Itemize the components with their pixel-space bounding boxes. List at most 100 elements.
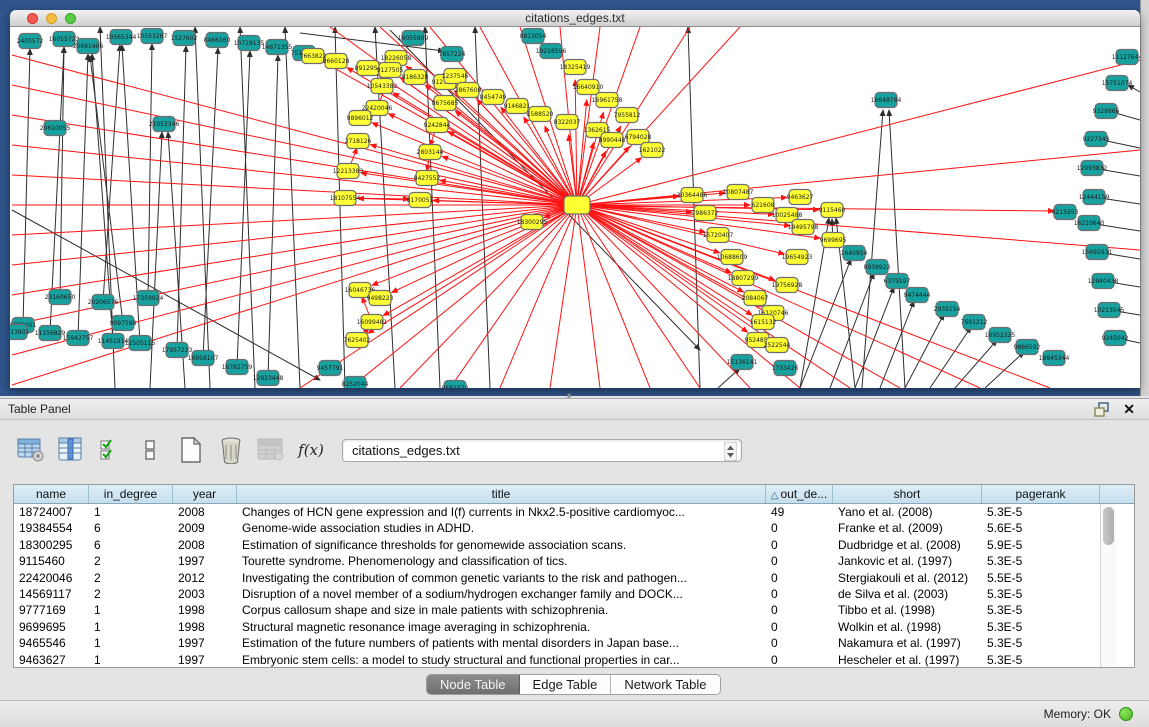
vertical-scrollbar[interactable]: [1100, 504, 1116, 667]
table-cell: Embryonic stem cells: a model to study s…: [237, 652, 766, 668]
network-canvas[interactable]: 2405572160557232069140619565344105532671…: [10, 27, 1140, 388]
graph-edge[interactable]: [148, 44, 152, 298]
tab-network-table[interactable]: Network Table: [611, 675, 719, 694]
graph-edge[interactable]: [23, 49, 30, 325]
graph-node-label: 12940438: [1088, 278, 1119, 285]
graph-edge[interactable]: [78, 54, 88, 338]
graph-edge[interactable]: [240, 27, 255, 388]
column-header-year[interactable]: year: [173, 485, 237, 503]
delete-table-button[interactable]: [214, 433, 248, 467]
tab-node-table[interactable]: Node Table: [427, 675, 520, 694]
graph-node-label: 20364486: [677, 192, 708, 199]
table-cell: 5.3E-5: [982, 553, 1100, 569]
graph-edge[interactable]: [103, 45, 120, 302]
table-row[interactable]: 2242004622012Investigating the contribut…: [14, 570, 1134, 586]
memory-ok-indicator[interactable]: [1119, 707, 1133, 721]
table-cell: 0: [766, 537, 833, 553]
graph-edge[interactable]: [195, 27, 210, 388]
deselect-all-button[interactable]: [134, 433, 168, 467]
table-row[interactable]: 969969511998Structural magnetic resonanc…: [14, 619, 1134, 635]
graph-edge[interactable]: [450, 205, 577, 388]
graph-edge[interactable]: [150, 132, 162, 388]
column-header-pagerank[interactable]: pagerank: [982, 485, 1100, 503]
table-row[interactable]: 1872400712008Changes of HCN gene express…: [14, 504, 1134, 520]
graph-edge[interactable]: [550, 205, 577, 388]
float-panel-icon[interactable]: [1094, 402, 1111, 417]
graph-edge[interactable]: [500, 205, 577, 388]
show-column-button[interactable]: [54, 433, 88, 467]
table-row[interactable]: 911546021997Tourette syndrome. Phenomeno…: [14, 553, 1134, 569]
graph-node-label: 14671355: [262, 44, 293, 51]
table-row[interactable]: 946362711997Embryonic stem cells: a mode…: [14, 652, 1134, 668]
function-builder-button[interactable]: f(x): [294, 433, 328, 467]
graph-edge[interactable]: [12, 205, 577, 355]
table-cell: Hescheler et al. (1997): [833, 652, 982, 668]
table-mode-button[interactable]: [14, 433, 48, 467]
graph-edge[interactable]: [12, 205, 577, 235]
graph-edge[interactable]: [577, 205, 600, 388]
column-header-name[interactable]: name: [14, 485, 89, 503]
graph-edge[interactable]: [577, 27, 600, 205]
close-panel-icon[interactable]: ✕: [1123, 401, 1135, 418]
table-selector-dropdown[interactable]: citations_edges.txt: [342, 439, 742, 462]
graph-node-label: 15942757: [63, 335, 94, 342]
select-all-button[interactable]: [94, 433, 128, 467]
graph-edge[interactable]: [285, 27, 300, 388]
graph-node-label: 8322037: [554, 119, 581, 126]
table-cell: 49: [766, 504, 833, 520]
graph-edge[interactable]: [889, 110, 905, 388]
graph-node-label: 9886592: [1014, 344, 1041, 351]
tab-edge-table[interactable]: Edge Table: [520, 675, 612, 694]
table-row[interactable]: 977716911998Corpus callosum shape and si…: [14, 602, 1134, 618]
graph-edge[interactable]: [12, 205, 577, 295]
graph-edge[interactable]: [383, 205, 577, 316]
new-table-button[interactable]: [174, 433, 208, 467]
graph-edge[interactable]: [830, 273, 874, 388]
graph-edge[interactable]: [203, 48, 218, 358]
graph-node-label: 16958107: [188, 355, 219, 362]
graph-node-label: 7625402: [344, 337, 371, 344]
graph-edge[interactable]: [855, 287, 894, 388]
graph-node-label: 8466160: [204, 37, 231, 44]
graph-edge[interactable]: [577, 205, 775, 280]
graph-edge[interactable]: [577, 150, 1140, 205]
table-row[interactable]: 1456911722003Disruption of a novel membe…: [14, 586, 1134, 602]
graph-edge[interactable]: [268, 55, 278, 378]
table-row[interactable]: 1830029562008Estimation of significance …: [14, 537, 1134, 553]
graph-edge[interactable]: [448, 131, 577, 205]
graph-edge[interactable]: [577, 60, 1140, 205]
scrollbar-thumb[interactable]: [1103, 507, 1114, 545]
table-cell: 1: [89, 652, 173, 668]
graph-node-label: 15136141: [727, 359, 758, 366]
graph-node-label: 18300295: [517, 219, 548, 226]
table-cell: Wolkin et al. (1998): [833, 619, 982, 635]
graph-edge[interactable]: [955, 340, 997, 388]
column-header-short[interactable]: short: [833, 485, 982, 503]
graph-edge[interactable]: [335, 27, 345, 388]
graph-node-label: 7691212: [961, 319, 988, 326]
column-header-out_de[interactable]: △out_de...: [766, 485, 833, 503]
graph-node-label: 12213383: [333, 168, 364, 175]
graph-hub-node[interactable]: [564, 196, 590, 214]
column-header-title[interactable]: title: [237, 485, 766, 503]
table-cell: Structural magnetic resonance image aver…: [237, 619, 766, 635]
graph-edge[interactable]: [372, 123, 577, 205]
deselect-all-icon: [143, 437, 159, 463]
table-cell: 6: [89, 520, 173, 536]
graph-node-label: 9115460: [819, 207, 846, 214]
graph-edge[interactable]: [718, 368, 740, 388]
table-row[interactable]: 946554611997Estimation of the future num…: [14, 635, 1134, 651]
table-row[interactable]: 1938455462009Genome-wide association stu…: [14, 520, 1134, 536]
column-header-in_degree[interactable]: in_degree: [89, 485, 173, 503]
graph-edge[interactable]: [177, 46, 186, 350]
graph-edge[interactable]: [12, 55, 577, 205]
graph-node-label: 12923448: [253, 375, 284, 382]
graph-edge[interactable]: [905, 314, 944, 388]
graph-node-label: 8675685: [432, 100, 459, 107]
graph-node-label: 16782759: [222, 364, 253, 371]
network-window-titlebar[interactable]: citations_edges.txt: [10, 10, 1140, 27]
graph-node-label: 19218596: [536, 48, 567, 55]
graph-node-label: 1640954: [841, 250, 868, 257]
graph-edge[interactable]: [800, 259, 851, 388]
graph-edge[interactable]: [930, 327, 971, 388]
